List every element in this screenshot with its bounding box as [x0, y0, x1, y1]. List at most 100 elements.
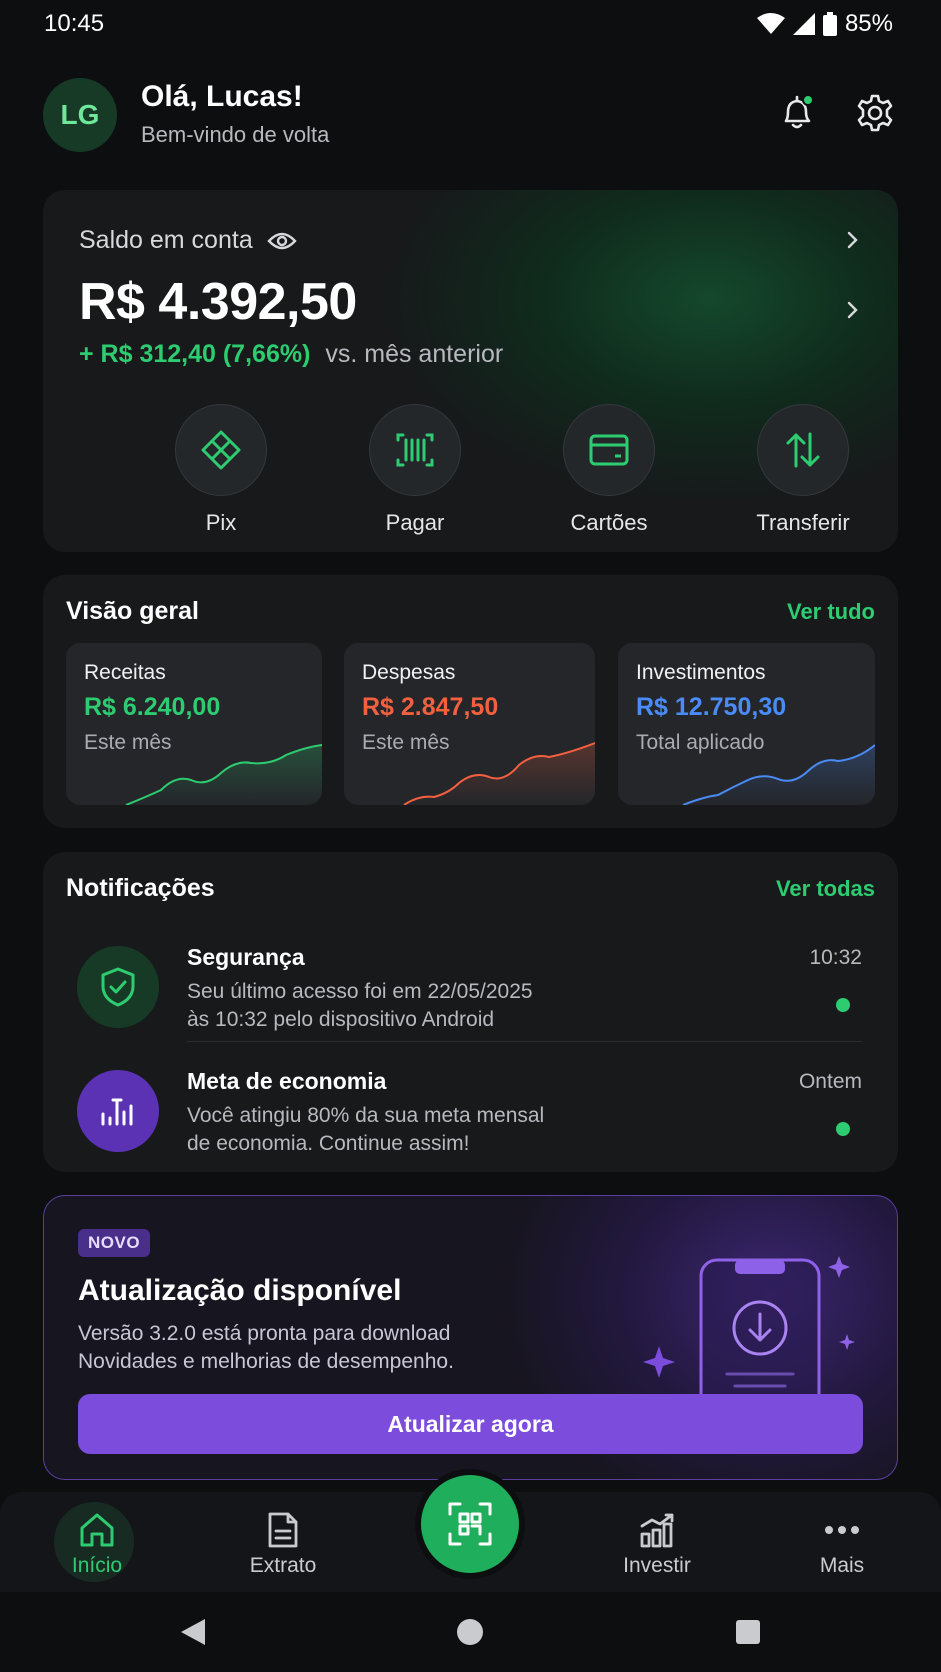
- shield-check-icon: [101, 967, 135, 1007]
- nav-item-more[interactable]: Mais: [782, 1510, 902, 1578]
- battery-level: 85%: [844, 10, 893, 37]
- more-dots-icon: [825, 1526, 859, 1534]
- nav-item-label: Investir: [623, 1554, 691, 1577]
- unread-dot: [836, 1122, 850, 1136]
- balance-label: Saldo em conta: [79, 226, 253, 254]
- income-sparkline: [125, 744, 322, 805]
- home-icon: [80, 1513, 114, 1547]
- overview-card-title: Investimentos: [636, 661, 766, 684]
- notification-body-line: às 10:32 pelo dispositivo Android: [187, 1008, 495, 1031]
- notification-body: Seu último acesso foi em 22/05/2025 às 1…: [187, 978, 607, 1034]
- chevron-right-icon[interactable]: [842, 230, 862, 250]
- notifications-title: Notificações: [66, 874, 215, 902]
- overview-card-expenses[interactable]: Despesas R$ 2.847,50 Este mês: [344, 643, 595, 805]
- overview-card-value: R$ 2.847,50: [362, 693, 499, 721]
- new-badge: NOVO: [78, 1229, 151, 1257]
- overview-card-value: R$ 6.240,00: [84, 693, 221, 721]
- notification-item-savings-goal[interactable]: Meta de economia Você atingiu 80% da sua…: [43, 1062, 898, 1172]
- nav-item-invest[interactable]: Investir: [597, 1510, 717, 1578]
- status-time: 10:45: [44, 10, 105, 37]
- nav-item-home[interactable]: Início: [37, 1510, 157, 1578]
- update-now-button[interactable]: Atualizar agora: [78, 1394, 863, 1454]
- status-icons: 85%: [756, 10, 893, 38]
- balance-card: Saldo em conta R$ 4.392,50 + R$ 312,40 (…: [43, 190, 898, 552]
- system-recents-button[interactable]: [730, 1614, 766, 1650]
- barcode-icon: [396, 433, 434, 467]
- update-description-line: Novidades e melhorias de desempenho.: [78, 1350, 454, 1373]
- quick-actions: Pix Pagar Cartões Transferir: [43, 404, 898, 536]
- qr-scan-button[interactable]: [421, 1475, 519, 1573]
- status-bar: 10:45 85%: [0, 0, 941, 48]
- balance-change: + R$ 312,40 (7,66%) vs. mês anterior: [79, 340, 503, 369]
- home-circle-icon: [457, 1619, 483, 1645]
- card-icon: [589, 434, 629, 466]
- overview-card-title: Receitas: [84, 661, 166, 684]
- overview-see-all-link[interactable]: Ver tudo: [787, 599, 875, 625]
- nav-item-label: Mais: [819, 1554, 865, 1577]
- balance-value: R$ 4.392,50: [79, 273, 357, 331]
- action-pix-label: Pix: [205, 510, 237, 535]
- overview-card-income[interactable]: Receitas R$ 6.240,00 Este mês: [66, 643, 322, 805]
- action-pagar-circle[interactable]: [369, 404, 461, 496]
- action-transferir-label: Transferir: [756, 510, 850, 535]
- notification-body-line: Você atingiu 80% da sua meta mensal: [187, 1104, 545, 1127]
- qr-scan-icon: [448, 1502, 492, 1546]
- expense-sparkline: [403, 742, 595, 805]
- gear-icon: [857, 94, 893, 132]
- action-cartoes-label: Cartões: [570, 510, 648, 535]
- notification-icon-circle: [77, 946, 159, 1028]
- action-transferir[interactable]: Transferir: [723, 404, 883, 536]
- action-pagar-label: Pagar: [385, 510, 445, 535]
- notification-icon-circle: [77, 1070, 159, 1152]
- action-cartoes[interactable]: Cartões: [529, 404, 689, 536]
- overview-section: Visão geral Ver tudo Receitas R$ 6.240,0…: [43, 575, 898, 828]
- balance-comparison: vs. mês anterior: [325, 340, 504, 368]
- overview-title: Visão geral: [66, 597, 199, 625]
- settings-button[interactable]: [852, 90, 898, 136]
- system-home-button[interactable]: [452, 1614, 488, 1650]
- action-pix-circle[interactable]: [175, 404, 267, 496]
- chart-bars-icon: [101, 1098, 133, 1126]
- welcome-subtitle: Bem-vindo de volta: [141, 122, 330, 147]
- investment-sparkline: [682, 744, 875, 805]
- back-triangle-icon: [181, 1619, 205, 1645]
- signal-icon: [792, 13, 815, 35]
- update-description-line: Versão 3.2.0 está pronta para download: [78, 1322, 451, 1345]
- phone-download-illustration-icon: [643, 1256, 855, 1416]
- overview-card-value: R$ 12.750,30: [636, 693, 787, 721]
- recents-square-icon: [736, 1620, 760, 1644]
- action-pagar[interactable]: Pagar: [335, 404, 495, 536]
- overview-card-investments[interactable]: Investimentos R$ 12.750,30 Total aplicad…: [618, 643, 875, 805]
- balance-change-value: + R$ 312,40 (7,66%): [79, 340, 311, 368]
- notification-title: Meta de economia: [187, 1068, 387, 1094]
- document-icon: [268, 1512, 298, 1548]
- action-transferir-circle[interactable]: [757, 404, 849, 496]
- notification-body-line: Seu último acesso foi em 22/05/2025: [187, 980, 533, 1003]
- greeting: Olá, Lucas!: [141, 80, 303, 113]
- nav-item-label: Extrato: [249, 1554, 317, 1577]
- notifications-button[interactable]: [774, 90, 820, 136]
- battery-icon: [822, 12, 837, 36]
- chevron-right-icon[interactable]: [842, 300, 862, 320]
- notification-dot: [802, 94, 814, 106]
- notifications-section: Notificações Ver todas Segurança Seu últ…: [43, 852, 898, 1172]
- pix-icon: [201, 430, 241, 470]
- update-banner: NOVO Atualização disponível Versão 3.2.0…: [43, 1195, 898, 1480]
- header: LG Olá, Lucas! Bem-vindo de volta: [43, 78, 898, 154]
- eye-icon[interactable]: [267, 230, 297, 252]
- transfer-arrows-icon: [786, 432, 820, 468]
- notifications-see-all-link[interactable]: Ver todas: [776, 876, 875, 902]
- nav-item-statement[interactable]: Extrato: [223, 1510, 343, 1578]
- notification-divider: [187, 1041, 862, 1042]
- wifi-icon: [756, 13, 785, 34]
- notification-body-line: de economia. Continue assim!: [187, 1132, 470, 1155]
- balance-label-row: Saldo em conta: [79, 226, 297, 255]
- notification-time: Ontem: [798, 1070, 862, 1093]
- growth-chart-icon: [640, 1513, 674, 1548]
- action-cartoes-circle[interactable]: [563, 404, 655, 496]
- system-back-button[interactable]: [175, 1614, 211, 1650]
- action-pix[interactable]: Pix: [141, 404, 301, 536]
- notification-item-security[interactable]: Segurança Seu último acesso foi em 22/05…: [43, 938, 898, 1048]
- nav-item-label: Início: [71, 1554, 123, 1577]
- avatar[interactable]: LG: [43, 78, 117, 152]
